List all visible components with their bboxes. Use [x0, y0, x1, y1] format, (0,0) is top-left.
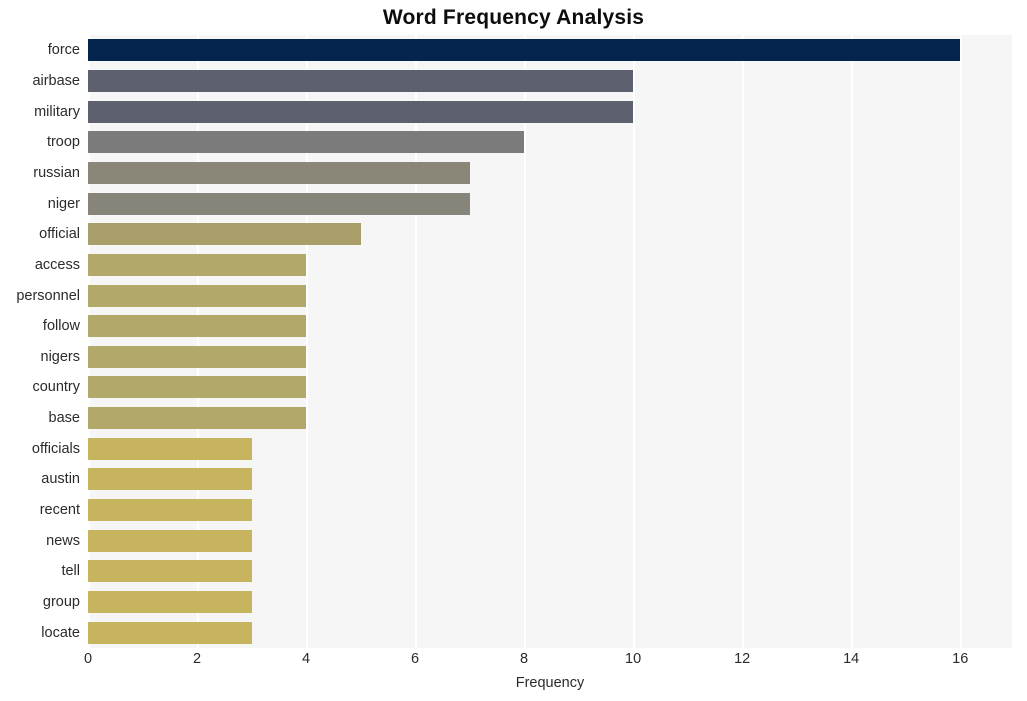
y-axis-tick-label: locate [41, 624, 80, 641]
y-axis-tick-label: niger [47, 195, 80, 212]
y-axis-tick-label: officials [31, 440, 80, 457]
bar [88, 468, 252, 491]
bar [88, 621, 252, 644]
x-axis-tick-label: 10 [625, 651, 642, 667]
y-axis-tick-label: troop [46, 134, 80, 151]
x-axis-tick-label: 16 [952, 651, 969, 667]
x-axis-tick-label: 12 [734, 651, 751, 667]
bar [88, 529, 252, 552]
y-axis-tick-label: base [48, 410, 80, 427]
y-axis-tick-label: russian [33, 164, 80, 181]
y-axis-tick-label: country [32, 379, 80, 396]
bar [88, 560, 252, 583]
chart-title: Word Frequency Analysis [382, 6, 645, 29]
bar [88, 437, 252, 460]
x-axis-tick-label: 14 [843, 651, 860, 667]
bar [88, 376, 307, 399]
bar [88, 499, 252, 522]
x-axis-tick-label: 6 [411, 651, 420, 667]
y-axis-tick-label: tell [61, 563, 80, 580]
bar-series [88, 35, 1012, 648]
word-frequency-chart-figure: Word Frequency Analysis force airbase mili… [0, 0, 1027, 701]
y-axis-tick-label: group [42, 594, 80, 611]
y-axis-tick-label: nigers [40, 348, 81, 365]
x-axis-tick-label: 0 [83, 651, 93, 667]
bar [88, 161, 470, 184]
x-axis-tick-label: 8 [520, 651, 529, 667]
y-axis-tick-label: official [39, 226, 80, 243]
bar [88, 315, 307, 338]
y-axis-tick-label: force [47, 42, 80, 59]
bar [88, 69, 634, 92]
y-axis-tick-label: follow [42, 318, 80, 335]
x-axis-tick-labels: 0 2 4 6 8 10 12 14 16 [84, 651, 1012, 674]
bar [88, 253, 307, 276]
y-axis-tick-label: access [34, 256, 80, 273]
bar [88, 591, 252, 614]
bar [88, 407, 307, 430]
y-axis-tick-label: news [46, 532, 80, 549]
bar [88, 131, 525, 154]
plot-area [88, 35, 1012, 648]
x-axis-tick-label: 4 [302, 651, 311, 667]
x-axis-tick-label: 2 [192, 651, 202, 667]
bar [88, 284, 307, 307]
bar [88, 192, 470, 215]
y-axis-tick-labels: force airbase military troop russian niger off… [0, 35, 80, 648]
bar [88, 100, 634, 123]
y-axis-tick-label: recent [39, 502, 80, 519]
y-axis-tick-label: airbase [32, 72, 80, 89]
bar [88, 223, 361, 246]
y-axis-tick-label: personnel [16, 287, 80, 304]
y-axis-tick-label: austin [41, 471, 80, 488]
y-axis-tick-label: military [34, 103, 80, 120]
bar [88, 345, 307, 368]
x-axis-title: Frequency [515, 675, 585, 691]
bar [88, 39, 961, 62]
